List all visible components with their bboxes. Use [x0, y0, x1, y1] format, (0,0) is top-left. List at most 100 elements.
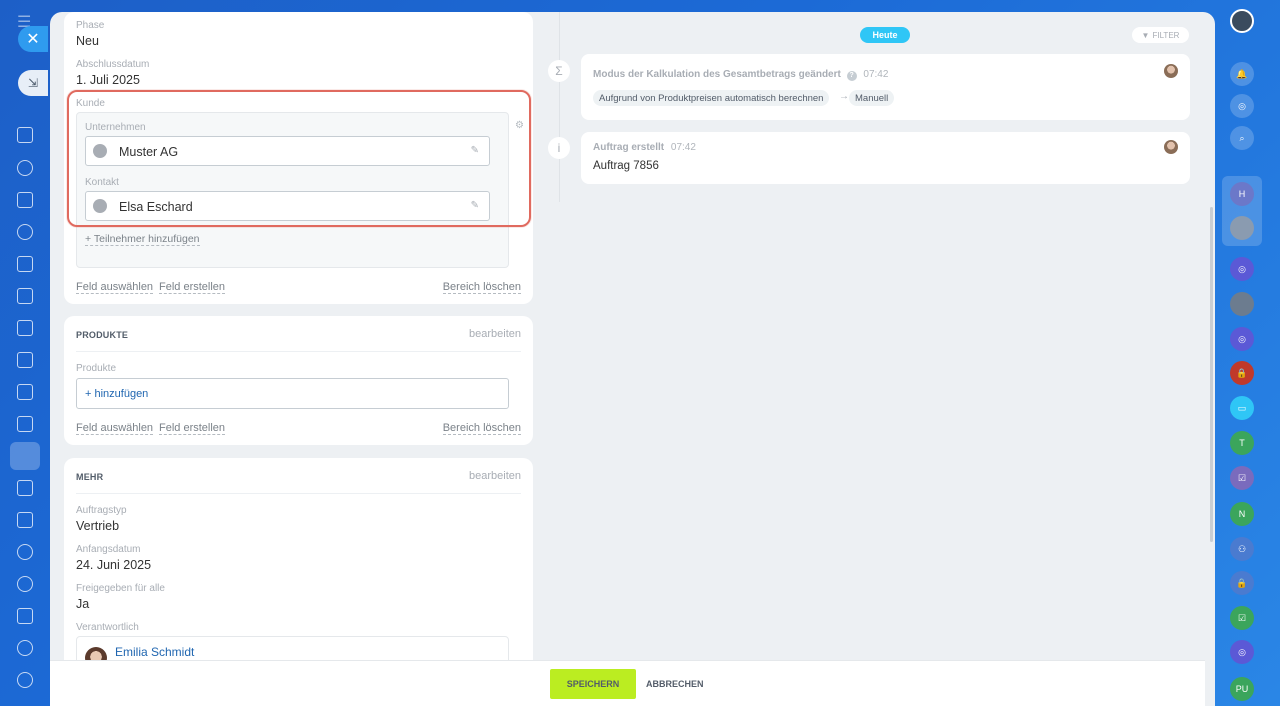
- minimize-icon: ⇲: [27, 76, 39, 90]
- arrow-icon: →: [839, 91, 849, 102]
- contact-value: Elsa Eschard: [119, 200, 193, 214]
- chat-avatar[interactable]: T: [1230, 431, 1254, 455]
- lock-icon[interactable]: 🔒: [1230, 571, 1254, 595]
- start-date-value[interactable]: 24. Juni 2025: [76, 558, 151, 572]
- help-icon[interactable]: ?: [846, 71, 857, 81]
- contact-field[interactable]: Elsa Eschard ✎: [85, 191, 490, 221]
- products-label: Produkte: [76, 363, 117, 374]
- event-title: Auftrag erstellt 07:42: [593, 142, 696, 153]
- nav-documents-icon[interactable]: [17, 256, 33, 272]
- company-field[interactable]: Muster AG ✎: [85, 136, 490, 166]
- contact-label: Kontakt: [85, 177, 119, 188]
- chat-avatar[interactable]: [1230, 216, 1254, 240]
- nav-feed-icon[interactable]: [17, 127, 33, 143]
- delete-section-link[interactable]: Bereich löschen: [442, 281, 521, 294]
- nav-tasks-icon[interactable]: [17, 288, 33, 304]
- scrollbar[interactable]: [1210, 207, 1213, 542]
- group-chat-icon[interactable]: ⚇: [1230, 537, 1254, 561]
- nav-booking-icon[interactable]: [17, 512, 33, 528]
- company-label: Unternehmen: [85, 122, 146, 133]
- chat-avatar[interactable]: H: [1230, 182, 1254, 206]
- from-pill: Aufgrund von Produktpreisen automatisch …: [593, 90, 830, 106]
- order-type-value[interactable]: Vertrieb: [76, 519, 119, 533]
- close-icon: ✕: [26, 31, 40, 48]
- deal-slider-panel: Phase Neu Abschlussdatum 1. Juli 2025 Ku…: [50, 12, 1215, 706]
- nav-sites-icon[interactable]: [17, 352, 33, 368]
- chat-avatar[interactable]: [1230, 292, 1254, 316]
- nav-marketing-icon[interactable]: [17, 480, 33, 496]
- to-pill: Manuell: [849, 90, 895, 106]
- event-time: 07:42: [670, 142, 696, 153]
- nav-support-icon[interactable]: [17, 640, 33, 656]
- products-card: PRODUKTE bearbeiten Produkte + hinzufüge…: [64, 316, 533, 445]
- task-icon[interactable]: ☑: [1230, 606, 1254, 630]
- nav-chat-icon[interactable]: [17, 160, 33, 176]
- company-icon: [93, 144, 107, 158]
- user-avatar[interactable]: [1230, 9, 1254, 33]
- chat-avatar[interactable]: N: [1230, 502, 1254, 526]
- avatar[interactable]: [1164, 140, 1178, 154]
- chat-group-icon[interactable]: ▭: [1230, 396, 1254, 420]
- shared-value[interactable]: Ja: [76, 597, 89, 611]
- phase-label: Phase: [76, 20, 105, 31]
- responsible-label: Verantwortlich: [76, 622, 139, 633]
- nav-settings-icon[interactable]: [17, 672, 33, 688]
- nav-automation-icon[interactable]: [17, 544, 33, 560]
- select-field-link[interactable]: Feld auswählen: [76, 422, 154, 435]
- filter-button[interactable]: ▼ FILTER: [1132, 27, 1189, 43]
- close-slider-button[interactable]: ✕: [18, 26, 48, 52]
- chat-copilot-icon[interactable]: ◎: [1230, 257, 1254, 281]
- nav-crm-icon[interactable]: [10, 442, 40, 470]
- delete-section-link[interactable]: Bereich löschen: [442, 422, 521, 435]
- task-icon[interactable]: ☑: [1230, 466, 1254, 490]
- add-product-link[interactable]: + hinzufügen: [85, 388, 148, 400]
- filter-label: FILTER: [1152, 30, 1180, 40]
- chat-copilot-icon[interactable]: ◎: [1230, 640, 1254, 664]
- kunde-label: Kunde: [76, 98, 105, 109]
- filter-icon: ▼: [1141, 30, 1150, 40]
- more-edit-link[interactable]: bearbeiten: [469, 470, 521, 482]
- more-title: MEHR: [76, 472, 104, 482]
- avatar[interactable]: [1164, 64, 1178, 78]
- search-chat-icon[interactable]: ⌕: [1230, 126, 1254, 150]
- sum-icon: Σ: [548, 60, 570, 82]
- products-edit-link[interactable]: bearbeiten: [469, 328, 521, 340]
- event-time: 07:42: [863, 69, 889, 80]
- select-field-link[interactable]: Feld auswählen: [76, 281, 154, 294]
- save-button[interactable]: SPEICHERN: [550, 669, 636, 699]
- minimize-slider-button[interactable]: ⇲: [18, 70, 48, 96]
- create-field-link[interactable]: Feld erstellen: [159, 422, 226, 435]
- cancel-button[interactable]: ABBRECHEN: [646, 679, 704, 689]
- responsible-name-link[interactable]: Emilia Schmidt: [115, 645, 194, 659]
- today-badge: Heute: [860, 27, 910, 43]
- nav-drive-icon[interactable]: [17, 320, 33, 336]
- nav-goals-icon[interactable]: [17, 576, 33, 592]
- products-add-box[interactable]: + hinzufügen: [76, 378, 509, 409]
- nav-contacts-icon[interactable]: [17, 224, 33, 240]
- close-date-label: Abschlussdatum: [76, 59, 150, 70]
- edit-pencil-icon[interactable]: ✎: [471, 200, 479, 211]
- nav-calendar-icon[interactable]: [17, 192, 33, 208]
- chat-copilot-icon[interactable]: ◎: [1230, 327, 1254, 351]
- copilot-icon[interactable]: ◎: [1230, 94, 1254, 118]
- chat-avatar[interactable]: PU: [1230, 677, 1254, 701]
- right-sidebar: 🔔 ◎ ⌕ H ◎ ◎ 🔒 ▭ T ☑ N ⚇ 🔒 ☑ ◎ PU: [1215, 0, 1280, 706]
- info-icon: i: [548, 137, 570, 159]
- create-field-link[interactable]: Feld erstellen: [159, 281, 226, 294]
- event-title-text: Auftrag erstellt: [593, 142, 665, 153]
- nav-sign-icon[interactable]: [17, 608, 33, 624]
- nav-analytics-icon[interactable]: [17, 384, 33, 400]
- lock-icon[interactable]: 🔒: [1230, 361, 1254, 385]
- order-type-label: Auftragstyp: [76, 505, 127, 516]
- notification-icon[interactable]: 🔔: [1230, 62, 1254, 86]
- add-participant-link[interactable]: + Teilnehmer hinzufügen: [85, 233, 200, 246]
- event-title: Modus der Kalkulation des Gesamtbetrags …: [593, 69, 888, 81]
- close-date-value[interactable]: 1. Juli 2025: [76, 73, 140, 87]
- nav-shop-icon[interactable]: [17, 416, 33, 432]
- main-fields-card: Phase Neu Abschlussdatum 1. Juli 2025 Ku…: [64, 12, 533, 304]
- edit-pencil-icon[interactable]: ✎: [471, 145, 479, 156]
- gear-icon[interactable]: ⚙: [515, 120, 524, 131]
- timeline-event: Modus der Kalkulation des Gesamtbetrags …: [581, 54, 1190, 120]
- phase-value[interactable]: Neu: [76, 34, 99, 48]
- products-title: PRODUKTE: [76, 330, 129, 340]
